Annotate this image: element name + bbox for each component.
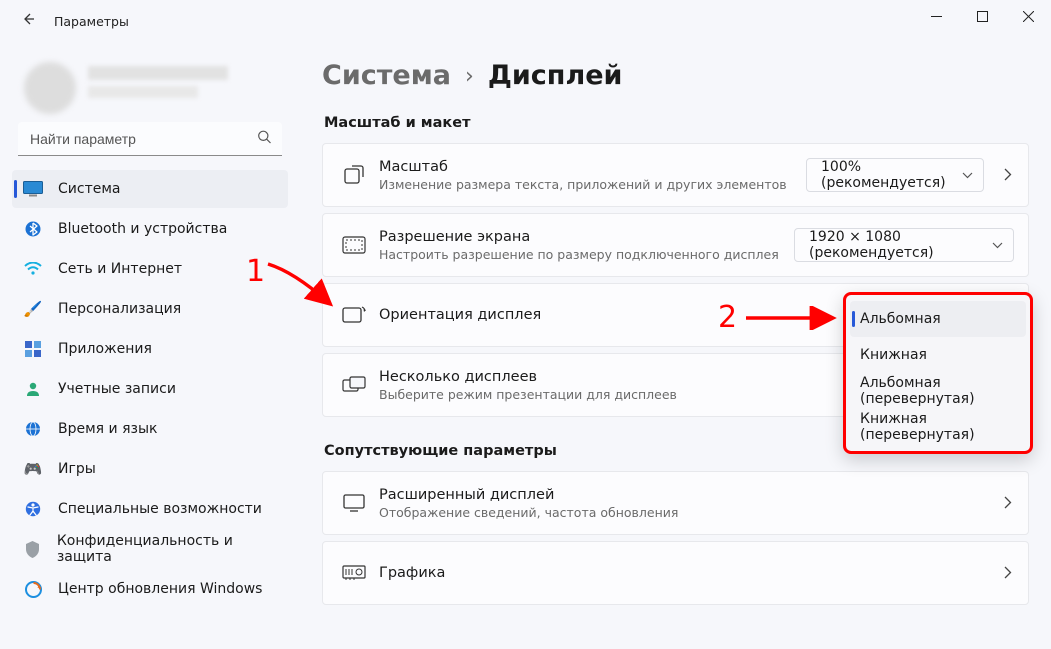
section-scale-layout: Масштаб и макет (324, 115, 1029, 131)
annotation-number-1: 1 (246, 254, 265, 289)
sidebar-item-label: Приложения (58, 341, 152, 357)
chevron-right-icon[interactable] (994, 166, 1014, 185)
scale-icon (335, 164, 373, 186)
orientation-option-landscape-flipped[interactable]: Альбомная (перевернутая) (850, 373, 1026, 409)
bluetooth-icon (22, 218, 44, 240)
gamepad-icon: 🎮 (22, 458, 44, 480)
page-title: Дисплей (488, 60, 623, 91)
search-icon (257, 130, 272, 149)
search-box[interactable] (18, 122, 282, 156)
display-icon (22, 178, 44, 200)
chevron-right-icon[interactable] (994, 494, 1014, 513)
breadcrumb-parent[interactable]: Система (322, 60, 451, 91)
sidebar-item-label: Специальные возможности (58, 501, 262, 517)
card-title: Масштаб (379, 159, 806, 175)
globe-icon (22, 418, 44, 440)
orientation-option-portrait[interactable]: Книжная (850, 337, 1026, 373)
minimize-button[interactable] (913, 0, 959, 32)
card-title: Разрешение экрана (379, 229, 794, 245)
maximize-icon (977, 11, 988, 22)
shield-icon (22, 538, 43, 560)
card-resolution[interactable]: Разрешение экрана Настроить разрешение п… (322, 213, 1029, 277)
card-subtitle: Настроить разрешение по размеру подключе… (379, 247, 794, 262)
chevron-down-icon (992, 237, 1003, 253)
card-subtitle: Отображение сведений, частота обновления (379, 505, 994, 520)
sidebar-item-label: Bluetooth и устройства (58, 221, 227, 237)
chevron-right-icon[interactable] (994, 564, 1014, 583)
option-label: Альбомная (860, 311, 941, 327)
sidebar-item-label: Конфиденциальность и защита (57, 533, 280, 565)
sidebar-item-label: Время и язык (58, 421, 157, 437)
update-icon (22, 578, 44, 600)
chevron-right-icon: › (465, 64, 474, 89)
close-icon (1023, 11, 1034, 22)
user-email-redacted (88, 86, 198, 98)
close-button[interactable] (1005, 0, 1051, 32)
graphics-icon (335, 565, 373, 581)
annotation-number-2: 2 (718, 300, 737, 335)
select-value: 100% (рекомендуется) (821, 159, 952, 191)
accessibility-icon (22, 498, 44, 520)
orientation-icon (335, 305, 373, 325)
sidebar-item-system[interactable]: Система (12, 170, 288, 208)
resolution-icon (335, 236, 373, 254)
sidebar-item-accounts[interactable]: Учетные записи (12, 370, 288, 408)
sidebar-item-label: Персонализация (58, 301, 181, 317)
multi-display-icon (335, 376, 373, 394)
card-subtitle: Изменение размера текста, приложений и д… (379, 177, 806, 192)
sidebar-item-bluetooth[interactable]: Bluetooth и устройства (12, 210, 288, 248)
sidebar: Система Bluetooth и устройства Сеть и Ин… (0, 42, 300, 649)
search-input[interactable] (18, 122, 282, 156)
card-advanced-display[interactable]: Расширенный дисплей Отображение сведений… (322, 471, 1029, 535)
breadcrumb: Система › Дисплей (322, 60, 1029, 91)
user-profile[interactable] (18, 58, 282, 108)
chevron-down-icon (962, 167, 973, 183)
sidebar-item-label: Учетные записи (58, 381, 176, 397)
card-title: Расширенный дисплей (379, 487, 994, 503)
avatar (24, 62, 76, 114)
sidebar-item-time-language[interactable]: Время и язык (12, 410, 288, 448)
monitor-icon (335, 494, 373, 512)
sidebar-item-label: Игры (58, 461, 96, 477)
sidebar-item-personalization[interactable]: 🖌️ Персонализация (12, 290, 288, 328)
wifi-icon (22, 258, 44, 280)
sidebar-item-windows-update[interactable]: Центр обновления Windows (12, 570, 288, 608)
orientation-dropdown[interactable]: Альбомная Книжная Альбомная (перевернута… (843, 292, 1033, 454)
card-graphics[interactable]: Графика (322, 541, 1029, 605)
sidebar-item-accessibility[interactable]: Специальные возможности (12, 490, 288, 528)
option-label: Альбомная (перевернутая) (860, 375, 1016, 407)
apps-icon (22, 338, 44, 360)
orientation-option-landscape[interactable]: Альбомная (850, 301, 1026, 337)
nav-list: Система Bluetooth и устройства Сеть и Ин… (12, 170, 288, 608)
card-scale[interactable]: Масштаб Изменение размера текста, прилож… (322, 143, 1029, 207)
scale-select[interactable]: 100% (рекомендуется) (806, 158, 984, 192)
user-icon (22, 378, 44, 400)
back-button[interactable] (18, 11, 38, 31)
maximize-button[interactable] (959, 0, 1005, 32)
orientation-option-portrait-flipped[interactable]: Книжная (перевернутая) (850, 409, 1026, 445)
sidebar-item-label: Центр обновления Windows (58, 581, 262, 597)
sidebar-item-apps[interactable]: Приложения (12, 330, 288, 368)
sidebar-item-label: Сеть и Интернет (58, 261, 182, 277)
brush-icon: 🖌️ (22, 298, 44, 320)
sidebar-item-privacy[interactable]: Конфиденциальность и защита (12, 530, 288, 568)
option-label: Книжная (860, 347, 927, 363)
card-title: Графика (379, 565, 994, 581)
resolution-select[interactable]: 1920 × 1080 (рекомендуется) (794, 228, 1014, 262)
option-label: Книжная (перевернутая) (860, 411, 1016, 443)
minimize-icon (931, 11, 942, 22)
window-controls (913, 0, 1051, 32)
window-title: Параметры (54, 14, 129, 29)
select-value: 1920 × 1080 (рекомендуется) (809, 229, 982, 261)
arrow-left-icon (20, 11, 36, 27)
user-name-redacted (88, 66, 228, 80)
titlebar: Параметры (0, 0, 1051, 42)
sidebar-item-gaming[interactable]: 🎮 Игры (12, 450, 288, 488)
sidebar-item-label: Система (58, 181, 120, 197)
